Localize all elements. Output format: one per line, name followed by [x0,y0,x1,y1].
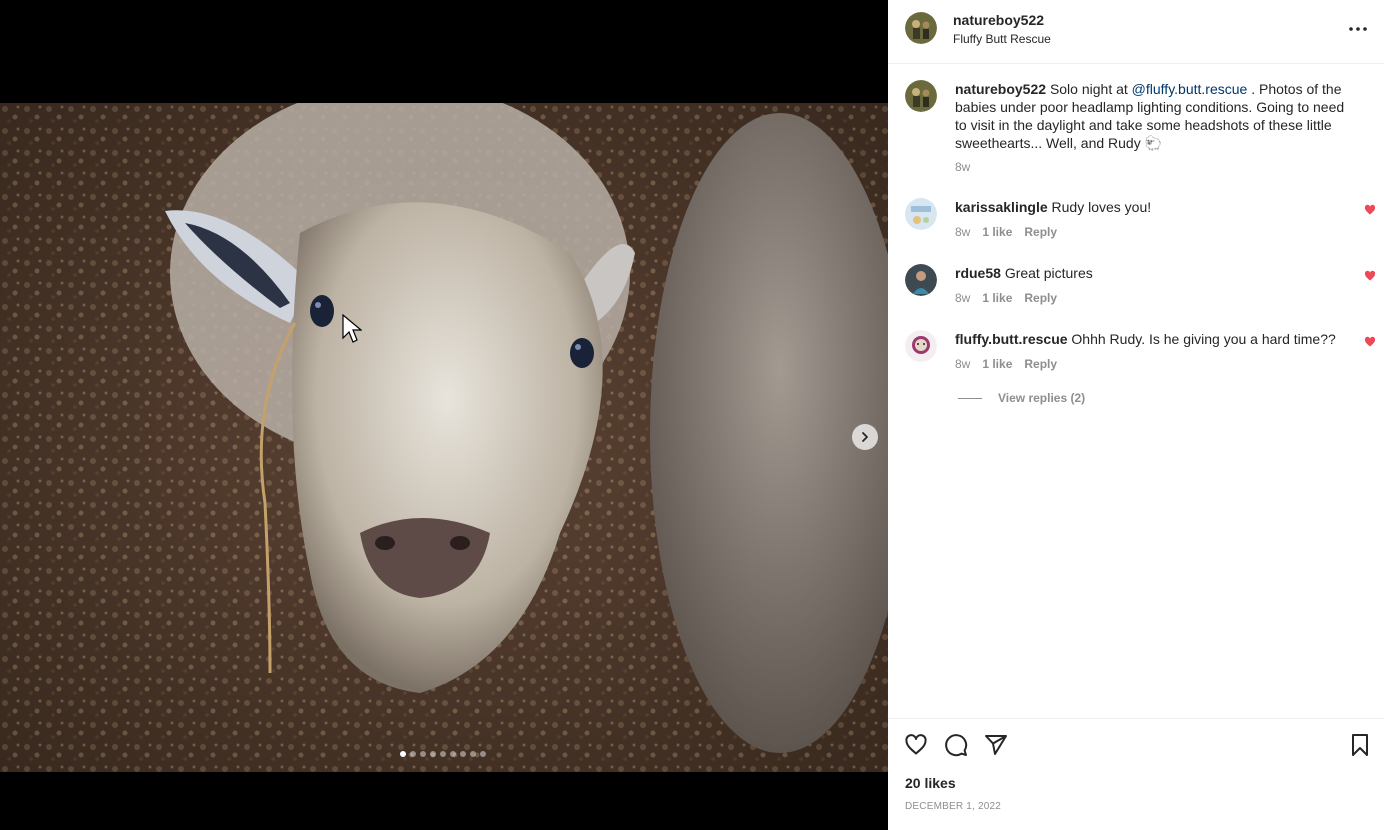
slide-dot [460,751,466,757]
heart-icon[interactable] [904,733,928,757]
comments-section: natureboy522 Solo night at @fluffy.butt.… [888,64,1384,718]
avatar-image [905,330,937,362]
reply-button[interactable]: Reply [1024,355,1057,373]
avatar[interactable] [905,12,937,44]
comment-likes[interactable]: 1 like [982,223,1012,241]
caption-text-start: Solo night at [1049,81,1132,97]
more-icon[interactable] [1348,22,1368,36]
view-replies-label: View replies (2) [998,391,1086,405]
header-location[interactable]: Fluffy Butt Rescue [953,32,1051,46]
heart-icon[interactable] [1364,204,1376,216]
comment-time[interactable]: 8w [955,223,970,241]
slide-dot [440,751,446,757]
slide-dot [400,751,406,757]
caption-mention[interactable]: @fluffy.butt.rescue [1132,81,1248,97]
avatar-image [905,80,937,112]
heart-icon[interactable] [1364,336,1376,348]
reply-button[interactable]: Reply [1024,289,1057,307]
avatar[interactable] [905,264,937,296]
post-footer: 20 likes December 1, 2022 [888,718,1384,830]
avatar[interactable] [905,330,937,362]
avatar[interactable] [905,80,937,112]
avatar-image [905,198,937,230]
post-date[interactable]: December 1, 2022 [905,801,1001,812]
caption-text: natureboy522 Solo night at @fluffy.butt.… [955,80,1355,152]
post-details-panel: natureboy522 Fluffy Butt Rescue naturebo… [888,0,1384,830]
slide-dot [410,751,416,757]
view-replies-button[interactable]: View replies (2) [958,391,1085,405]
post-photo[interactable] [0,103,888,772]
heart-icon[interactable] [1364,270,1376,282]
share-icon[interactable] [984,733,1008,757]
reply-button[interactable]: Reply [1024,223,1057,241]
comment-text: Rudy loves you! [1051,199,1152,215]
likes-count[interactable]: 20 likes [905,775,956,791]
comment-text: Ohhh Rudy. Is he giving you a hard time?… [1071,331,1336,347]
mouse-cursor-icon [342,314,362,343]
next-slide-button[interactable] [852,424,878,450]
comment-text: Great pictures [1004,265,1093,281]
comment-username[interactable]: karissaklingle [955,199,1048,215]
avatar-image [905,12,937,44]
slide-dot [480,751,486,757]
avatar[interactable] [905,198,937,230]
chevron-right-icon [862,432,868,442]
action-bar [904,733,1008,757]
post-header: natureboy522 Fluffy Butt Rescue [888,0,1384,64]
caption-username[interactable]: natureboy522 [955,81,1046,97]
bookmark-icon[interactable] [1348,733,1372,757]
divider [958,397,982,399]
comment-username[interactable]: fluffy.butt.rescue [955,331,1068,347]
avatar-image [905,264,937,296]
comment-icon[interactable] [944,733,968,757]
slide-dot [470,751,476,757]
comment-username[interactable]: rdue58 [955,265,1001,281]
slide-indicator [400,751,486,757]
comment-likes[interactable]: 1 like [982,355,1012,373]
slide-dot [420,751,426,757]
caption-time[interactable]: 8w [955,158,970,176]
slide-dot [430,751,436,757]
comment-time[interactable]: 8w [955,355,970,373]
media-pane [0,0,888,830]
header-username[interactable]: natureboy522 [953,12,1044,28]
comment-likes[interactable]: 1 like [982,289,1012,307]
sheep-photo [0,103,888,772]
slide-dot [450,751,456,757]
comment-time[interactable]: 8w [955,289,970,307]
